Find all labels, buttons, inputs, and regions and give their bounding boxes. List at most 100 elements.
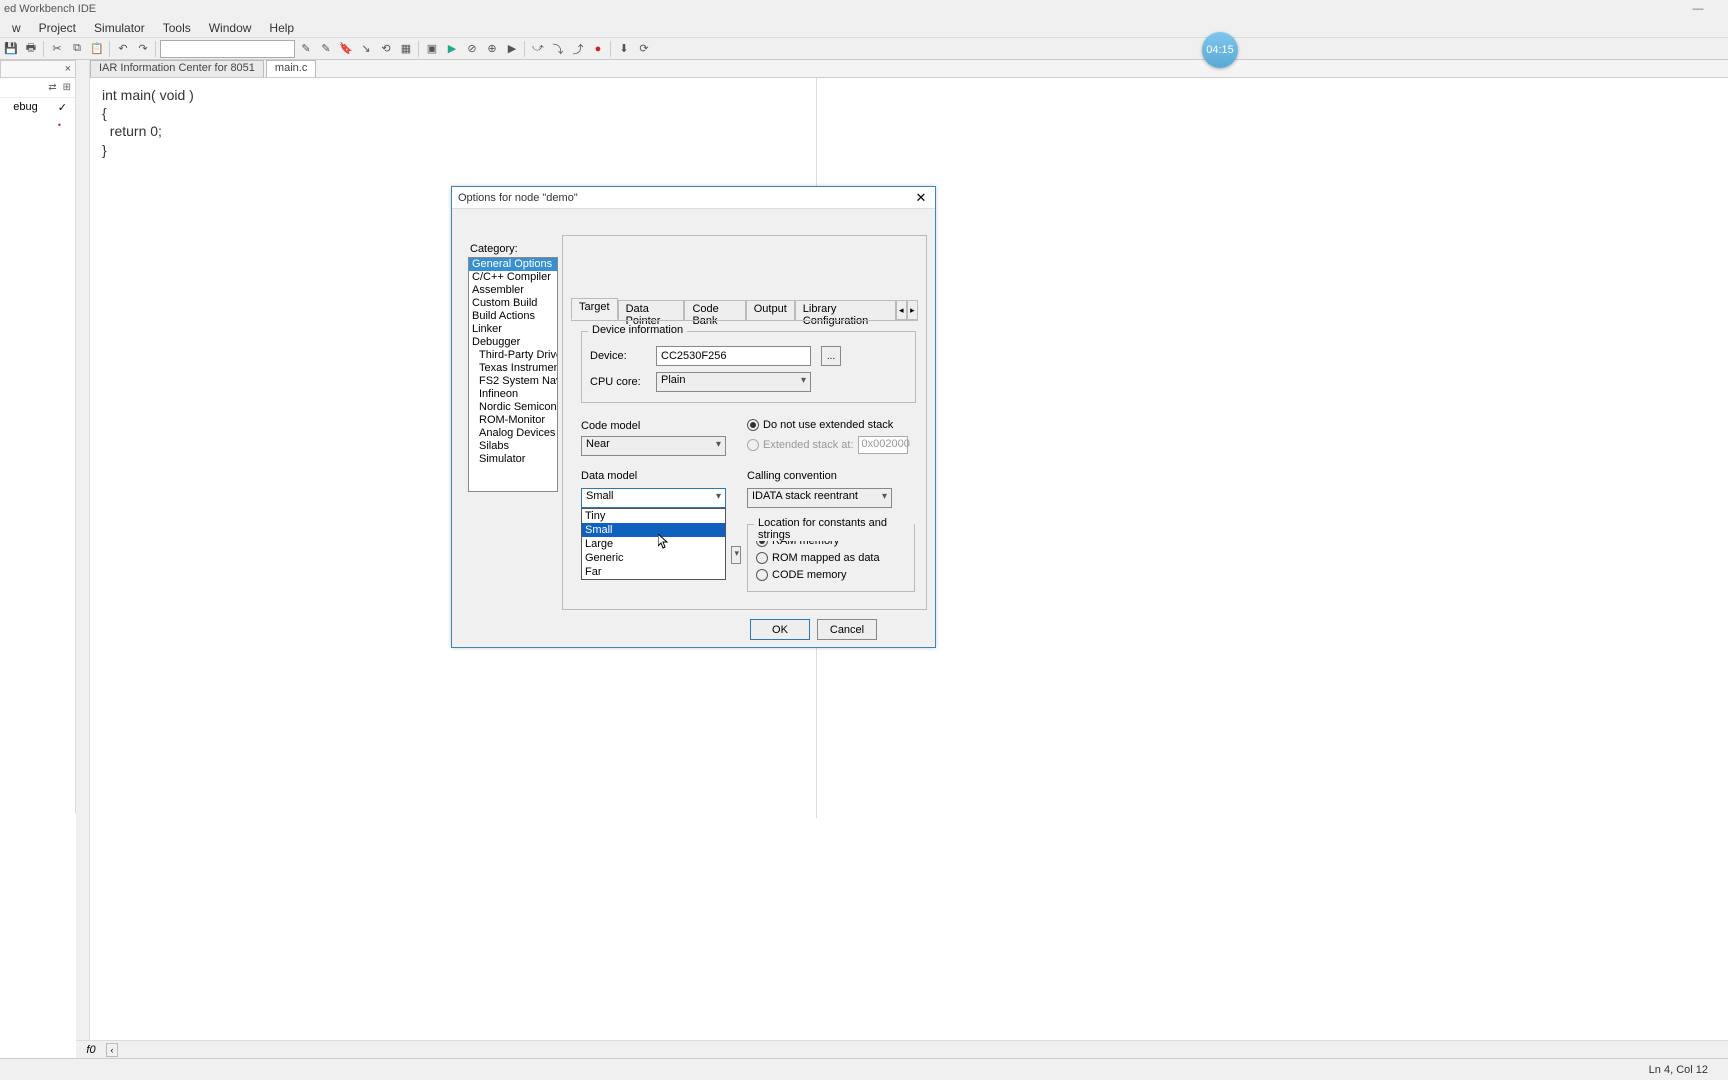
redo-icon[interactable]: ↷ (134, 40, 152, 58)
compile-icon[interactable]: ▣ (423, 40, 441, 58)
radio-icon (756, 552, 768, 564)
nav-back-icon[interactable]: ↘ (357, 40, 375, 58)
cat-third-party[interactable]: Third-Party Driver (469, 349, 557, 362)
hidden-combo[interactable] (731, 546, 741, 564)
radio-rom-mapped[interactable]: ROM mapped as data (756, 552, 906, 564)
step-over-icon[interactable]: ⤻ (529, 40, 547, 58)
cat-debugger[interactable]: Debugger (469, 336, 557, 349)
radio-icon (756, 569, 768, 581)
statusbar: Ln 4, Col 12 (0, 1058, 1728, 1080)
cat-build-actions[interactable]: Build Actions (469, 310, 557, 323)
collapse-icon[interactable]: ⇄ (48, 82, 56, 93)
nav-fwd-icon[interactable]: ⟲ (377, 40, 395, 58)
cat-linker[interactable]: Linker (469, 323, 557, 336)
code-model-combo[interactable]: Near (581, 436, 726, 456)
time-badge: 04:15 (1202, 32, 1238, 68)
find-combo[interactable] (160, 40, 295, 58)
find-next-icon[interactable]: ✎ (317, 40, 335, 58)
menubar: w Project Simulator Tools Window Help (0, 18, 1728, 38)
copy-icon[interactable]: ⧉ (68, 40, 86, 58)
data-model-combo[interactable]: Small (581, 488, 726, 508)
toolbar: 💾 🖶 ✂ ⧉ 📋 ↶ ↷ ✎ ✎ 🔖 ↘ ⟲ ▦ ▣ ▶ ⊘ ⊕ ▶ ⤻ ⤵ … (0, 38, 1728, 60)
cat-ti[interactable]: Texas Instruments (469, 362, 557, 375)
func-prev-icon[interactable]: ‹ (106, 1043, 118, 1057)
radio-icon (747, 439, 759, 451)
bookmark-icon[interactable]: 🔖 (337, 40, 355, 58)
dd-far[interactable]: Far (582, 565, 725, 579)
dd-tiny[interactable]: Tiny (582, 509, 725, 523)
cat-analog[interactable]: Analog Devices (469, 427, 557, 440)
cat-rom-monitor[interactable]: ROM-Monitor (469, 414, 557, 427)
download-icon[interactable]: ⬇ (615, 40, 633, 58)
cat-silabs[interactable]: Silabs (469, 440, 557, 453)
step-out-icon[interactable]: ⤴ (569, 40, 587, 58)
dd-large[interactable]: Large (582, 537, 725, 551)
code-line-2: { (102, 104, 738, 122)
cat-assembler[interactable]: Assembler (469, 284, 557, 297)
ok-button[interactable]: OK (750, 619, 810, 640)
tab-library-config[interactable]: Library Configuration (795, 300, 896, 320)
cancel-button[interactable]: Cancel (817, 619, 877, 640)
workspace-debug-row[interactable]: ebug ✓ (0, 98, 75, 116)
find-prev-icon[interactable]: ✎ (297, 40, 315, 58)
tab-scroll-right[interactable]: ▸ (907, 300, 918, 320)
device-browse-button[interactable]: ... (821, 346, 841, 366)
cat-c-compiler[interactable]: C/C++ Compiler (469, 271, 557, 284)
options-dialog: Options for node "demo" ✕ Category: Gene… (451, 186, 936, 648)
category-listbox[interactable]: General Options C/C++ Compiler Assembler… (468, 257, 558, 492)
tab-scroll-left[interactable]: ◂ (896, 300, 907, 320)
cat-nordic[interactable]: Nordic Semiconduc (469, 401, 557, 414)
make-icon[interactable]: ▶ (443, 40, 461, 58)
radio-code-memory[interactable]: CODE memory (756, 569, 906, 581)
step-into-icon[interactable]: ⤵ (549, 40, 567, 58)
cut-icon[interactable]: ✂ (48, 40, 66, 58)
cat-custom-build[interactable]: Custom Build (469, 297, 557, 310)
tab-code-bank[interactable]: Code Bank (684, 300, 745, 320)
close-icon[interactable]: × (65, 63, 71, 75)
toggle-bp-icon[interactable]: ⊕ (483, 40, 501, 58)
calling-convention-combo[interactable]: IDATA stack reentrant (747, 488, 892, 508)
menu-window[interactable]: Window (201, 19, 260, 37)
grid-icon[interactable]: ▦ (397, 40, 415, 58)
run-icon[interactable]: ● (589, 40, 607, 58)
function-bar: f0 ‹ (76, 1040, 1728, 1058)
data-model-label: Data model (581, 470, 637, 482)
print-icon[interactable]: 🖶 (22, 40, 40, 58)
cpu-core-combo[interactable]: Plain (656, 372, 811, 392)
tab-target[interactable]: Target (571, 298, 618, 320)
dd-generic[interactable]: Generic (582, 551, 725, 565)
tab-info-center[interactable]: IAR Information Center for 8051 (90, 60, 264, 77)
dd-small[interactable]: Small (582, 523, 725, 537)
debug-icon[interactable]: ▶ (503, 40, 521, 58)
window-titlebar: ed Workbench IDE — (0, 0, 1728, 18)
dialog-title: Options for node "demo" (452, 187, 935, 209)
tab-data-pointer[interactable]: Data Pointer (618, 300, 685, 320)
minimize-button[interactable]: — (1678, 2, 1718, 16)
tab-main-c[interactable]: main.c (266, 60, 316, 77)
menu-help[interactable]: Help (261, 19, 302, 37)
location-label: Location for constants and strings (754, 517, 914, 541)
stop-build-icon[interactable]: ⊘ (463, 40, 481, 58)
undo-icon[interactable]: ↶ (114, 40, 132, 58)
paste-icon[interactable]: 📋 (88, 40, 106, 58)
data-model-dropdown[interactable]: Tiny Small Large Generic Far (581, 508, 726, 580)
reset-icon[interactable]: ⟳ (635, 40, 653, 58)
menu-simulator[interactable]: Simulator (86, 19, 153, 37)
device-field[interactable] (656, 346, 811, 366)
device-info-label: Device information (588, 324, 687, 336)
dialog-close-button[interactable]: ✕ (911, 189, 931, 207)
tab-output[interactable]: Output (746, 300, 795, 320)
cat-general-options[interactable]: General Options (469, 258, 557, 271)
cat-fs2[interactable]: FS2 System Naviga (469, 375, 557, 388)
menu-tools[interactable]: Tools (155, 19, 199, 37)
menu-project[interactable]: Project (31, 19, 84, 37)
menu-view[interactable]: w (4, 19, 29, 37)
save-icon[interactable]: 💾 (2, 40, 20, 58)
cat-infineon[interactable]: Infineon (469, 388, 557, 401)
window-title: ed Workbench IDE (4, 3, 96, 15)
config-icon[interactable]: ⊞ (63, 82, 71, 93)
radio-no-extended-stack[interactable]: Do not use extended stack (747, 419, 915, 431)
radio-extended-stack-at[interactable]: Extended stack at: 0x002000 (747, 436, 915, 454)
workspace-tab[interactable]: × (0, 60, 76, 78)
cat-simulator[interactable]: Simulator (469, 453, 557, 466)
